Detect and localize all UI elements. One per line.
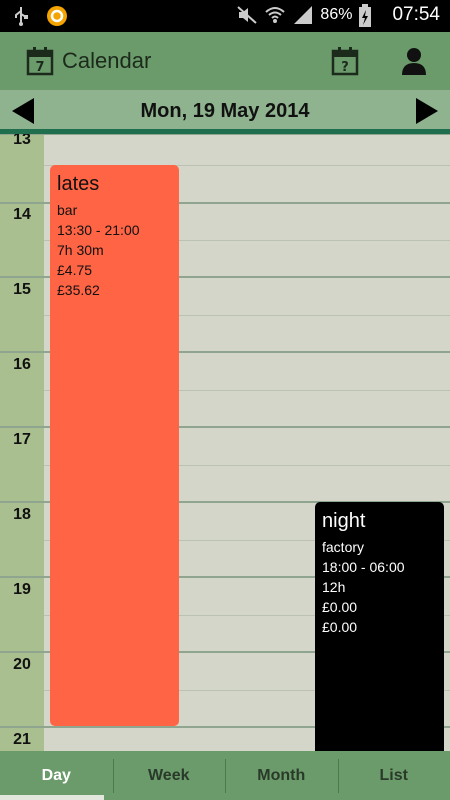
svg-text:?: ? (341, 60, 349, 75)
svg-text:7: 7 (35, 60, 44, 75)
action-bar: 7 Calendar ? (0, 32, 450, 90)
signal-icon (292, 4, 314, 26)
tab-list[interactable]: List (337, 751, 450, 800)
event-title: night (322, 510, 366, 532)
battery-charging-icon (358, 4, 380, 27)
hour-label: 14 (13, 206, 31, 223)
next-day-icon[interactable] (414, 96, 440, 126)
hour-label: 15 (13, 281, 31, 298)
tab-day[interactable]: Day (0, 751, 113, 800)
usb-icon (10, 5, 32, 27)
calendar-icon[interactable]: 7 (26, 46, 54, 76)
status-clock: 07:54 (392, 4, 440, 25)
tab-month[interactable]: Month (225, 751, 338, 800)
event-rate: £0.00 (322, 599, 358, 615)
date-navigator: Mon, 19 May 2014 (0, 90, 450, 130)
status-bar: 86% 07:54 (0, 0, 450, 32)
hour-label: 16 (13, 356, 31, 373)
mute-icon (236, 4, 258, 26)
hour-line (0, 134, 450, 135)
event-place: bar (57, 202, 78, 218)
go-to-date-icon[interactable]: ? (331, 46, 359, 76)
event-rate: £4.75 (57, 262, 93, 278)
event-duration: 7h 30m (57, 242, 104, 258)
day-grid[interactable]: 13 14 15 16 17 18 19 20 21 lates bar 13:… (0, 134, 450, 751)
view-tabs: Day Week Month List (0, 751, 450, 800)
hour-label: 17 (13, 431, 31, 448)
tab-week[interactable]: Week (112, 751, 226, 800)
event-total: £0.00 (322, 619, 358, 635)
event-night[interactable]: night factory 18:00 - 06:00 12h £0.00 £0… (315, 502, 444, 751)
hour-label: 18 (13, 506, 31, 523)
event-total: £35.62 (57, 282, 100, 298)
event-title: lates (57, 173, 100, 195)
hour-label: 13 (13, 134, 31, 148)
event-lates[interactable]: lates bar 13:30 - 21:00 7h 30m £4.75 £35… (50, 165, 179, 726)
app-title: Calendar (62, 48, 152, 73)
hour-label: 19 (13, 581, 31, 598)
event-time: 13:30 - 21:00 (57, 222, 140, 238)
hour-label: 21 (13, 731, 31, 748)
event-time: 18:00 - 06:00 (322, 559, 405, 575)
hour-label: 20 (13, 656, 31, 673)
person-icon[interactable] (400, 46, 428, 76)
app-notification-icon (46, 5, 68, 27)
wifi-icon (264, 4, 286, 26)
event-duration: 12h (322, 579, 346, 595)
event-place: factory (322, 539, 365, 555)
current-date[interactable]: Mon, 19 May 2014 (0, 100, 450, 123)
battery-percent: 86% (320, 6, 353, 23)
